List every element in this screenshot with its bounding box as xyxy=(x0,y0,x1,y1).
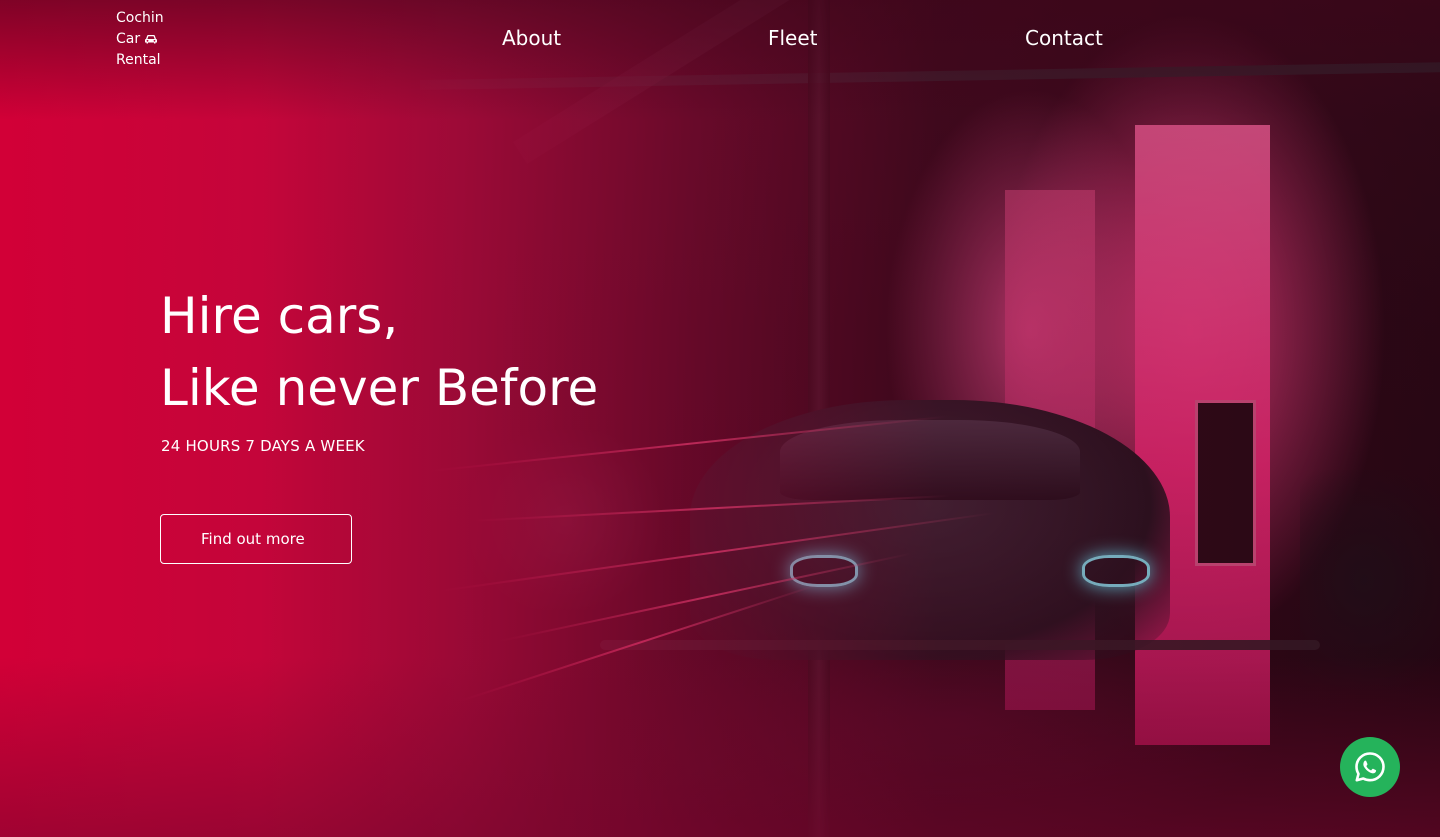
brand-line-1: Cochin xyxy=(116,10,164,26)
brand-line-3: Rental xyxy=(116,52,161,68)
hero-tagline: 24 HOURS 7 DAYS A WEEK xyxy=(161,437,365,455)
brand-line-2-text: Car xyxy=(116,31,141,47)
hero-headline: Hire cars, Like never Before xyxy=(160,280,598,424)
brand-line-2: Car xyxy=(116,29,196,50)
hero-headline-line-2: Like never Before xyxy=(160,359,599,417)
nav-link-contact[interactable]: Contact xyxy=(1025,26,1103,50)
car-icon xyxy=(145,35,158,44)
whatsapp-icon xyxy=(1355,752,1385,782)
top-navigation: Cochin Car Rental About Fleet Contact xyxy=(0,0,1440,80)
bottom-shade xyxy=(0,657,1440,837)
hero-section: Cochin Car Rental About Fleet Contact Hi… xyxy=(0,0,1440,837)
nav-link-about[interactable]: About xyxy=(502,26,561,50)
hero-headline-line-1: Hire cars, xyxy=(160,287,399,345)
brand-logo[interactable]: Cochin Car Rental xyxy=(116,8,196,71)
nav-link-fleet[interactable]: Fleet xyxy=(768,26,818,50)
whatsapp-button[interactable] xyxy=(1340,737,1400,797)
find-out-more-button[interactable]: Find out more xyxy=(160,514,352,564)
